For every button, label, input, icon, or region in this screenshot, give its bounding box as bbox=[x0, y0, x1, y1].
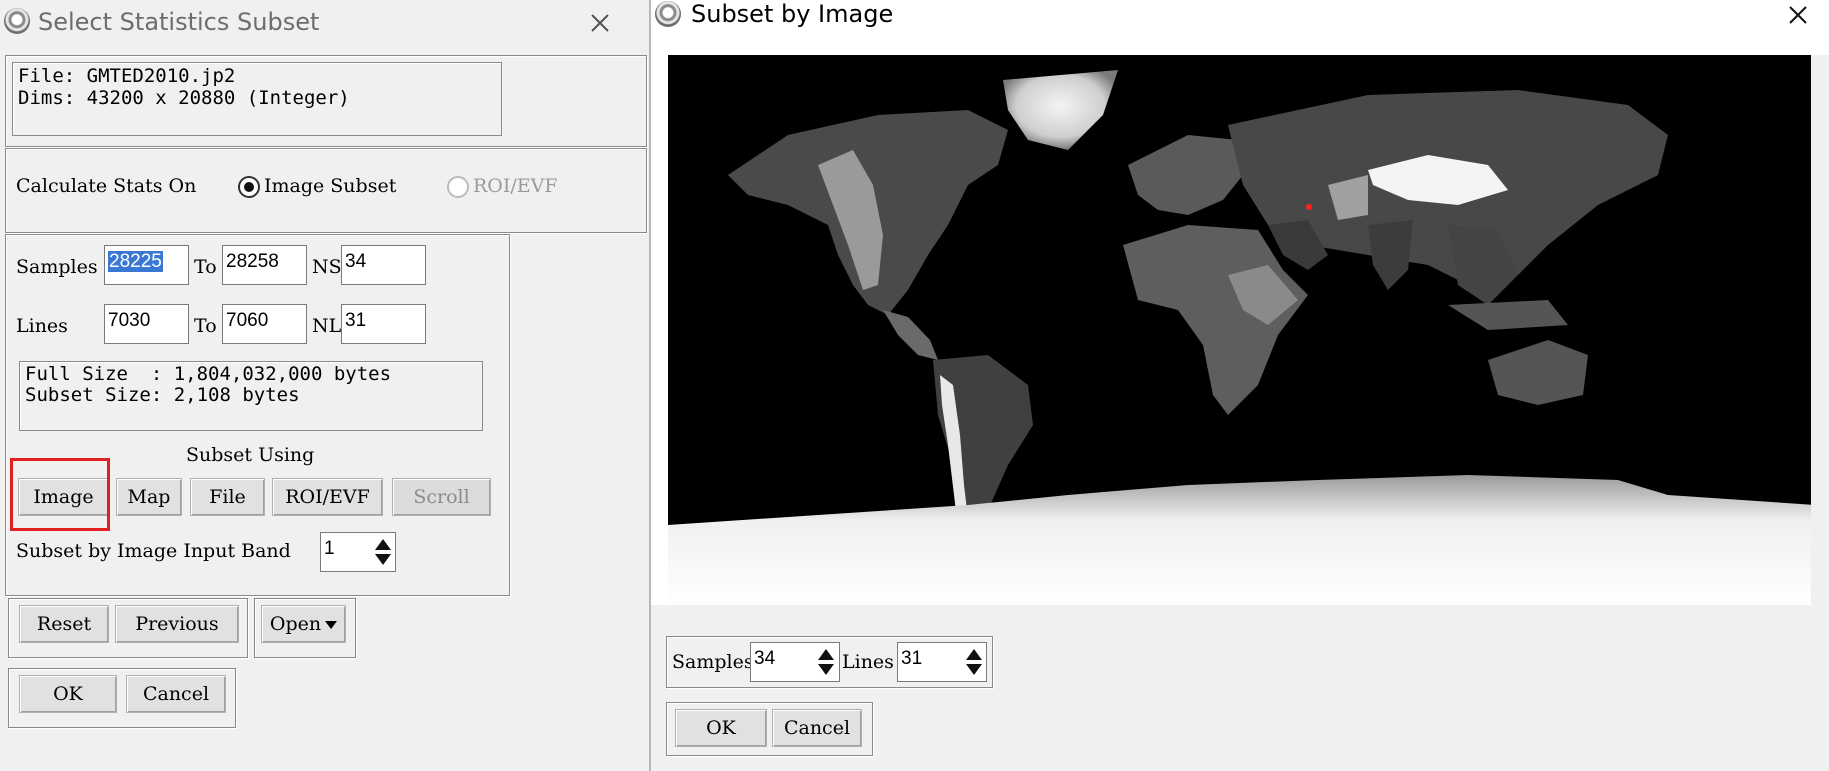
dims-text: Dims: 43200 x 20880 (Integer) bbox=[18, 87, 350, 109]
image-subset-label: Image Subset bbox=[264, 175, 397, 197]
app-icon bbox=[4, 8, 30, 34]
elevation-map bbox=[668, 70, 1815, 606]
subset-size-text: Subset Size: 2,108 bytes bbox=[25, 384, 300, 406]
full-size-text: Full Size : 1,804,032,000 bytes bbox=[25, 363, 392, 385]
window-title: Subset by Image bbox=[691, 0, 894, 28]
lines-value: 31 bbox=[901, 648, 923, 669]
title-bar: Subset by Image bbox=[651, 0, 1829, 50]
input-band-label: Subset by Image Input Band bbox=[16, 540, 291, 562]
window-title: Select Statistics Subset bbox=[38, 8, 320, 36]
nl-input[interactable]: 31 bbox=[341, 304, 426, 344]
lines-from-input[interactable]: 7030 bbox=[104, 304, 189, 344]
ns-label: NS bbox=[312, 256, 342, 278]
close-icon[interactable] bbox=[1783, 0, 1813, 30]
select-statistics-subset-dialog: Select Statistics Subset File: GMTED2010… bbox=[0, 0, 651, 771]
cancel-button[interactable]: Cancel bbox=[126, 675, 226, 713]
highlight-box bbox=[10, 458, 110, 531]
calc-stats-label: Calculate Stats On bbox=[16, 175, 197, 197]
title-bar: Select Statistics Subset bbox=[0, 0, 649, 50]
cancel-button[interactable]: Cancel bbox=[772, 709, 862, 747]
subset-by-image-window: Subset by Image Samples 34 Lines 31 OK C… bbox=[651, 0, 1829, 771]
size-info-box: Full Size : 1,804,032,000 bytes Subset Si… bbox=[19, 361, 483, 431]
open-button[interactable]: Open bbox=[261, 605, 346, 643]
samples-to-input[interactable]: 28258 bbox=[222, 245, 307, 285]
subset-file-button[interactable]: File bbox=[190, 478, 265, 516]
lines-to-label: To bbox=[194, 315, 217, 337]
spinner-icon[interactable] bbox=[963, 643, 985, 681]
subset-scroll-button[interactable]: Scroll bbox=[392, 478, 491, 516]
roi-evf-radio[interactable] bbox=[447, 176, 469, 198]
app-icon bbox=[655, 1, 681, 27]
samples-label: Samples bbox=[672, 651, 754, 673]
close-icon[interactable] bbox=[585, 8, 615, 38]
lines-to-input[interactable]: 7060 bbox=[222, 304, 307, 344]
dropdown-arrow-icon bbox=[325, 621, 338, 629]
spinner-icon[interactable] bbox=[815, 643, 837, 681]
image-subset-radio[interactable] bbox=[238, 176, 260, 198]
previous-button[interactable]: Previous bbox=[115, 605, 239, 643]
roi-evf-radio-label: ROI/EVF bbox=[473, 175, 558, 197]
spinner-icon[interactable] bbox=[372, 533, 394, 571]
samples-label: Samples bbox=[16, 256, 98, 278]
input-band-value: 1 bbox=[324, 538, 335, 559]
subset-map-button[interactable]: Map bbox=[116, 478, 182, 516]
lines-label: Lines bbox=[842, 651, 894, 673]
samples-to-label: To bbox=[194, 256, 217, 278]
lines-label: Lines bbox=[16, 315, 68, 337]
open-label: Open bbox=[269, 613, 322, 635]
samples-value: 34 bbox=[754, 648, 776, 669]
subset-location-marker bbox=[1306, 204, 1312, 210]
nl-label: NL bbox=[312, 315, 342, 337]
subset-controls-area: Samples 34 Lines 31 OK Cancel bbox=[651, 605, 1829, 771]
samples-from-input[interactable]: 28225 bbox=[104, 245, 189, 285]
file-name-text: File: GMTED2010.jp2 bbox=[18, 65, 236, 87]
ns-input[interactable]: 34 bbox=[341, 245, 426, 285]
subset-roi-evf-button[interactable]: ROI/EVF bbox=[272, 478, 383, 516]
vertical-scrollbar[interactable] bbox=[1811, 55, 1829, 610]
ok-button[interactable]: OK bbox=[19, 675, 117, 713]
file-info-box: File: GMTED2010.jp2 Dims: 43200 x 20880 (… bbox=[12, 62, 502, 136]
samples-from-value: 28225 bbox=[108, 251, 163, 272]
ok-button[interactable]: OK bbox=[675, 709, 767, 747]
reset-button[interactable]: Reset bbox=[19, 605, 109, 643]
subset-using-label: Subset Using bbox=[186, 444, 315, 466]
world-elevation-image[interactable] bbox=[668, 55, 1815, 610]
